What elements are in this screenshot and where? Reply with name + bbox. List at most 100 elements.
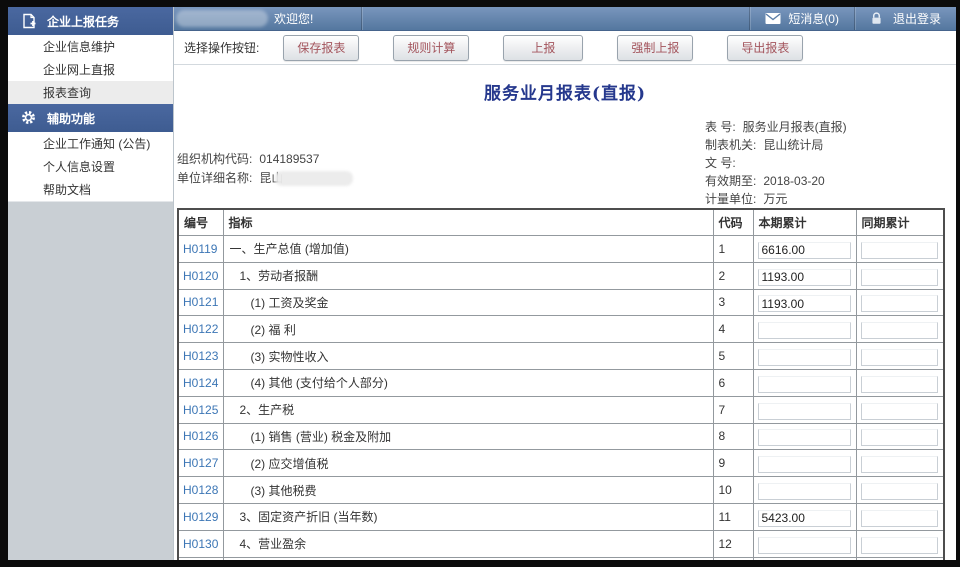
row-seq: 5 [713,343,753,370]
row-code-link[interactable]: H0123 [183,349,218,363]
sidebar-item[interactable]: 企业工作通知 (公告) [8,132,173,155]
row-code-link[interactable]: H0126 [183,429,218,443]
toolbar-button-0[interactable]: 保存报表 [283,35,359,61]
table-row: H01304、营业盈余12 [178,530,944,557]
current-period-input[interactable] [758,456,851,473]
row-seq: 2 [713,262,753,289]
row-code-link[interactable]: H0121 [183,295,218,309]
current-period-input[interactable] [758,376,851,393]
toolbar-button-2[interactable]: 上报 [503,35,583,61]
same-period-input[interactable] [861,510,939,527]
sidebar-item[interactable]: 企业信息维护 [8,35,173,58]
report-content: 服务业月报表(直报) 组织机构代码:014189537单位详细名称:昆山 表 号… [174,65,956,560]
row-code-link[interactable]: H0122 [183,322,218,336]
messages-button[interactable]: 短消息(0) [750,7,854,30]
current-period-input[interactable] [758,429,851,446]
indicator-label: (3) 实物性收入 [223,343,713,370]
current-period-input[interactable] [758,269,851,286]
row-seq: 13 [713,557,753,560]
toolbar-button-3[interactable]: 强制上报 [617,35,693,61]
report-meta-left: 组织机构代码:014189537单位详细名称:昆山 [177,150,353,188]
row-seq: 6 [713,369,753,396]
same-period-input[interactable] [861,242,939,259]
sidebar-item[interactable]: 个人信息设置 [8,155,173,178]
same-period-input[interactable] [861,429,939,446]
meta-value: 2018-03-20 [763,172,824,190]
main-area: 欢迎您! 短消息(0) 退出登录 选 [174,7,956,560]
indicator-label: (1) 销售 (营业) 税金及附加 [223,423,713,450]
logout-button[interactable]: 退出登录 [855,7,956,30]
indicator-label: (2) 应交增值税 [223,450,713,477]
same-period-input[interactable] [861,483,939,500]
indicator-label: (4) 其他 (支付给个人部分) [223,369,713,396]
current-period-input[interactable] [758,322,851,339]
meta-value: 昆山统计局 [763,136,823,154]
file-plus-icon [21,13,37,29]
sidebar-item[interactable]: 企业网上直报 [8,58,173,81]
gear-icon [21,110,37,126]
row-code-link[interactable]: H0128 [183,483,218,497]
table-row: H0121 (1) 工资及奖金3 [178,289,944,316]
current-period-input[interactable] [758,403,851,420]
topbar-actions: 短消息(0) 退出登录 [749,7,956,30]
meta-line: 计量单位:万元 [705,190,847,208]
same-period-input[interactable] [861,403,939,420]
row-seq: 3 [713,289,753,316]
current-period-input[interactable] [758,483,851,500]
current-period-input[interactable] [758,510,851,527]
logout-label: 退出登录 [893,10,941,27]
row-seq: 4 [713,316,753,343]
current-period-input[interactable] [758,242,851,259]
action-toolbar: 选择操作按钮: 保存报表规则计算上报强制上报导出报表 [174,31,956,65]
indicator-label: (1) 营业利润 [223,557,713,560]
row-seq: 7 [713,396,753,423]
current-period-input[interactable] [758,537,851,554]
same-period-input[interactable] [861,349,939,366]
same-period-input[interactable] [861,376,939,393]
meta-value: 服务业月报表(直报) [743,118,847,136]
table-row: H0131(1) 营业利润13 [178,557,944,560]
same-period-input[interactable] [861,269,939,286]
sidebar-filler [8,201,173,560]
row-code-link[interactable]: H0129 [183,510,218,524]
same-period-input[interactable] [861,537,939,554]
meta-label: 单位详细名称: [177,169,252,188]
table-row: H0119一、生产总值 (增加值)1 [178,236,944,263]
current-period-input[interactable] [758,349,851,366]
meta-value: 万元 [763,190,787,208]
row-seq: 11 [713,503,753,530]
toolbar-button-4[interactable]: 导出报表 [727,35,803,61]
indicator-label: 2、生产税 [223,396,713,423]
redacted-value [275,171,353,186]
indicator-label: 1、劳动者报酬 [223,262,713,289]
topbar: 欢迎您! 短消息(0) 退出登录 [174,7,956,31]
row-seq: 8 [713,423,753,450]
row-code-link[interactable]: H0130 [183,537,218,551]
sidebar-section-title: 辅助功能 [47,110,95,127]
meta-line: 单位详细名称:昆山 [177,169,353,188]
table-row: H0126 (1) 销售 (营业) 税金及附加8 [178,423,944,450]
row-code-link[interactable]: H0119 [183,242,217,256]
row-code-link[interactable]: H0124 [183,376,218,390]
sidebar-section-header-0[interactable]: 企业上报任务 [8,7,173,35]
indicator-label: 3、固定资产折旧 (当年数) [223,503,713,530]
toolbar-buttons: 保存报表 规则计算 上报 强制上报 导出报表 [283,35,803,61]
sidebar-sections: 企业上报任务企业信息维护企业网上直报报表查询辅助功能企业工作通知 (公告)个人信… [8,7,173,201]
row-code-link[interactable]: H0125 [183,403,218,417]
current-period-input[interactable] [758,295,851,312]
row-code-link[interactable]: H0127 [183,456,218,470]
same-period-input[interactable] [861,456,939,473]
row-code-link[interactable]: H0120 [183,269,218,283]
same-period-input[interactable] [861,295,939,312]
meta-line: 组织机构代码:014189537 [177,150,353,169]
same-period-input[interactable] [861,322,939,339]
sidebar-section-header-1[interactable]: 辅助功能 [8,104,173,132]
sidebar-item[interactable]: 帮助文档 [8,178,173,201]
indicator-label: (1) 工资及奖金 [223,289,713,316]
meta-label: 制表机关: [705,136,756,154]
row-seq: 12 [713,530,753,557]
toolbar-button-1[interactable]: 规则计算 [393,35,469,61]
sidebar-item[interactable]: 报表查询 [8,81,173,104]
table-row: H0120 1、劳动者报酬2 [178,262,944,289]
table-header-row: 编号指标代码本期累计同期累计 [178,209,944,236]
